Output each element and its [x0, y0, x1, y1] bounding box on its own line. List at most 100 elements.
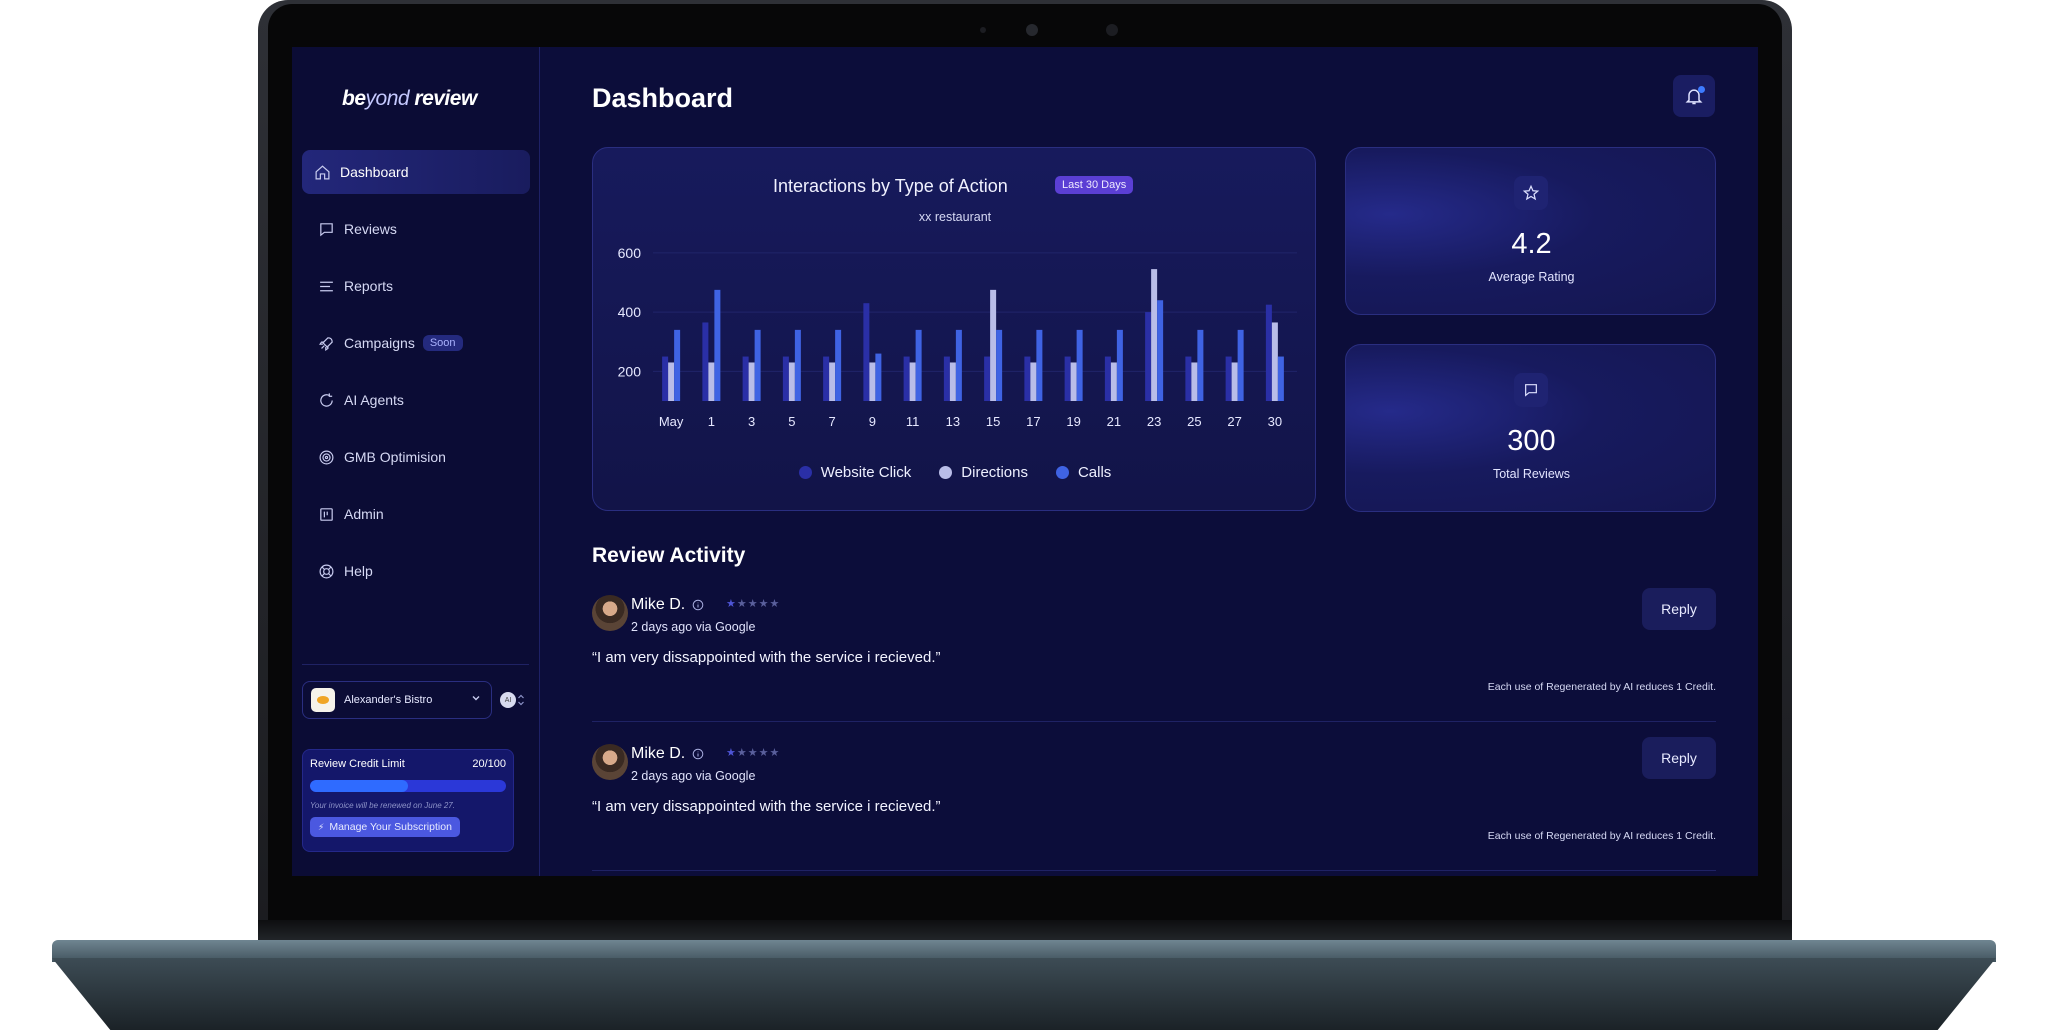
bar-calls: [915, 329, 922, 401]
credit-progress-bar: [310, 780, 506, 792]
bar-directions: [788, 362, 795, 401]
reply-button[interactable]: Reply: [1642, 737, 1716, 779]
bar-website-click: [984, 356, 991, 401]
sidebar-item-label: GMB Optimision: [344, 449, 446, 465]
review-meta: 2 days ago via Google: [631, 620, 756, 634]
info-icon[interactable]: [692, 599, 704, 611]
average-rating-card: 4.2 Average Rating: [1345, 147, 1716, 315]
total-reviews-card: 300 Total Reviews: [1345, 344, 1716, 512]
camera-sensor: [1106, 24, 1118, 36]
home-icon: [315, 164, 330, 179]
business-name: Alexander's Bistro: [344, 694, 433, 706]
bar-website-click: [1265, 304, 1272, 401]
bar-directions: [869, 362, 876, 401]
chevron-down-icon: [472, 696, 480, 701]
sidebar-item-admin[interactable]: Admin: [302, 492, 530, 536]
legend-item-website-click[interactable]: Website Click: [798, 464, 911, 481]
stat-icon-box: [1514, 176, 1548, 210]
x-tick-label: 11: [906, 414, 920, 429]
business-logo: [311, 688, 335, 712]
x-tick-label: 30: [1268, 414, 1282, 429]
bar-calls: [794, 329, 801, 401]
legend-item-directions[interactable]: Directions: [939, 464, 1028, 481]
sidebar-item-label: Admin: [344, 506, 384, 522]
bar-calls: [996, 329, 1003, 401]
sidebar-item-label: Help: [344, 563, 373, 579]
x-tick-label: May: [659, 414, 684, 429]
x-tick-label: 1: [708, 414, 715, 429]
sidebar-item-reviews[interactable]: Reviews: [302, 207, 530, 251]
app-screen: beyond review Dashboard Reviews Reports …: [292, 47, 1758, 876]
rocket-icon: [318, 336, 333, 351]
credit-renewal-note: Your invoice will be renewed on June 27.: [310, 801, 455, 810]
info-icon[interactable]: [692, 748, 704, 760]
bar-website-click: [1104, 356, 1111, 401]
brand-logo-part3: review: [409, 87, 477, 110]
list-icon: [320, 281, 333, 291]
bar-directions: [748, 362, 755, 401]
bar-calls: [875, 353, 882, 401]
reviewer-name: Mike D.: [631, 745, 686, 762]
sidebar-item-help[interactable]: Help: [302, 549, 530, 593]
notifications-button[interactable]: [1673, 75, 1715, 117]
bar-calls: [1277, 356, 1284, 401]
bar-directions: [909, 362, 916, 401]
reply-button[interactable]: Reply: [1642, 588, 1716, 630]
camera-lens: [1026, 24, 1038, 36]
sidebar-item-dashboard[interactable]: Dashboard: [302, 150, 530, 194]
x-tick-label: 9: [869, 414, 876, 429]
legend-swatch: [939, 466, 953, 479]
x-tick-label: 27: [1227, 414, 1241, 429]
credit-progress-fill: [310, 780, 408, 792]
camera-dot: [980, 27, 986, 33]
x-tick-label: 25: [1187, 414, 1201, 429]
ai-credit-note: Each use of Regenerated by AI reduces 1 …: [1487, 681, 1716, 693]
bar-calls: [754, 329, 761, 401]
sidebar-item-label: Campaigns: [344, 335, 415, 351]
ai-credit-note: Each use of Regenerated by AI reduces 1 …: [1487, 830, 1716, 842]
bar-calls: [1237, 329, 1244, 401]
sidebar-item-reports[interactable]: Reports: [302, 264, 530, 308]
x-tick-label: 23: [1147, 414, 1161, 429]
brand-logo[interactable]: beyond review: [342, 87, 477, 111]
review-quote: “I am very dissappointed with the servic…: [592, 649, 941, 666]
sidebar-item-label: AI Agents: [344, 392, 404, 408]
avatar: [592, 744, 628, 780]
bar-directions: [1030, 362, 1037, 401]
manage-subscription-label: Manage Your Subscription: [329, 821, 452, 833]
business-selector[interactable]: Alexander's Bistro: [302, 681, 492, 719]
stat-icon-box: [1514, 373, 1548, 407]
bar-calls: [1197, 329, 1204, 401]
sidebar-item-campaigns[interactable]: Campaigns Soon: [302, 321, 530, 365]
bar-website-click: [943, 356, 950, 401]
bar-calls: [955, 329, 962, 401]
sidebar: beyond review Dashboard Reviews Reports …: [292, 47, 540, 876]
sidebar-item-gmb-optimision[interactable]: GMB Optimision: [302, 435, 530, 479]
credit-title: Review Credit Limit: [310, 758, 405, 770]
review-item: Mike D. ★★★★★ 2 days ago via Google “I a…: [592, 588, 1716, 735]
bar-calls: [1157, 300, 1164, 401]
review-quote: “I am very dissappointed with the servic…: [592, 798, 941, 815]
x-tick-label: 3: [748, 414, 755, 429]
legend-item-calls[interactable]: Calls: [1055, 464, 1111, 481]
manage-subscription-button[interactable]: ⚡ Manage Your Subscription: [310, 817, 460, 837]
star-rating: ★★★★★: [726, 747, 781, 759]
laptop-base: [52, 958, 1996, 1030]
sidebar-item-label: Reviews: [344, 221, 397, 237]
reviewer-name: Mike D.: [631, 596, 686, 613]
interactions-bar-chart: 200400600May 1 3 5 7 9 11 13 15 17 19 21 23 25 27 30: [618, 245, 1297, 429]
x-tick-label: 21: [1107, 414, 1121, 429]
y-tick-label: 600: [618, 245, 642, 261]
bar-website-click: [1064, 356, 1071, 401]
star-icon: [1522, 184, 1540, 201]
bar-directions: [668, 362, 675, 401]
ai-toggle[interactable]: AI: [500, 692, 526, 708]
bar-directions: [708, 362, 715, 401]
layout-icon: [320, 507, 333, 521]
review-divider: [592, 870, 1716, 871]
review-meta: 2 days ago via Google: [631, 769, 756, 783]
sidebar-item-ai-agents[interactable]: AI Agents: [302, 378, 530, 422]
chart-legend: Website Click Directions Calls: [593, 464, 1317, 481]
refresh-icon: [320, 392, 333, 407]
bar-calls: [1076, 329, 1083, 401]
